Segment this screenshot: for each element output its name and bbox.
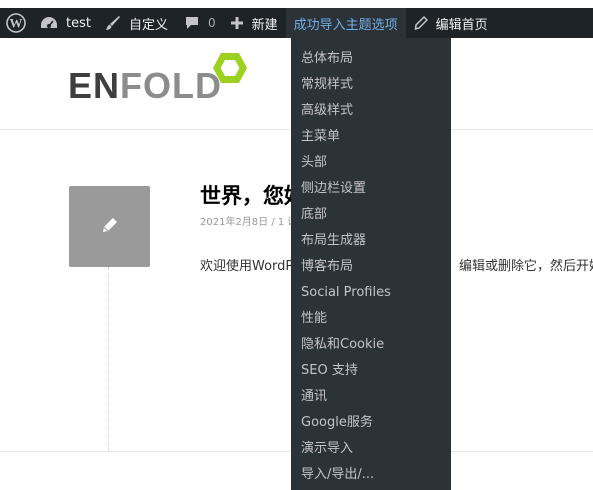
customize-link[interactable]: 自定义: [97, 8, 176, 38]
theme-options-label: 成功导入主题选项: [293, 17, 398, 33]
post-excerpt-right: 编辑或删除它，然后开始写: [459, 259, 593, 274]
comments-count: 0: [207, 16, 216, 30]
menu-item-general-layout[interactable]: 总体布局: [291, 46, 451, 72]
admin-bar: W test 自定义 0 新建 成功导入主题选项 编辑首页: [0, 8, 593, 38]
menu-item-general-styling[interactable]: 常规样式: [291, 72, 451, 98]
new-label: 新建: [251, 17, 278, 33]
menu-item-header[interactable]: 头部: [291, 150, 451, 176]
menu-item-newsletter[interactable]: 通讯: [291, 384, 451, 410]
post-format-badge[interactable]: [69, 186, 150, 267]
logo-dark-part: EN: [68, 65, 121, 106]
menu-item-main-menu[interactable]: 主菜单: [291, 124, 451, 150]
post-meta: 2021年2月8日 / 1 评: [200, 217, 298, 228]
menu-item-performance[interactable]: 性能: [291, 306, 451, 332]
theme-options-dropdown: 总体布局 常规样式 高级样式 主菜单 头部 侧边栏设置 底部 布局生成器 博客布…: [291, 38, 451, 490]
new-content-menu[interactable]: 新建: [224, 8, 286, 38]
menu-item-import-export[interactable]: 导入/导出/...: [291, 462, 451, 488]
site-name-menu[interactable]: test: [32, 8, 97, 38]
menu-item-demo-import[interactable]: 演示导入: [291, 436, 451, 462]
edit-home-link[interactable]: 编辑首页: [406, 8, 496, 38]
wordpress-logo-button[interactable]: W: [0, 8, 32, 38]
timeline-divider: [108, 267, 109, 451]
menu-item-advanced-styling[interactable]: 高级样式: [291, 98, 451, 124]
comments-link[interactable]: 0: [176, 8, 224, 38]
site-name-label: test: [66, 15, 91, 31]
menu-item-footer[interactable]: 底部: [291, 202, 451, 228]
customize-label: 自定义: [128, 17, 168, 33]
menu-item-sidebar-settings[interactable]: 侧边栏设置: [291, 176, 451, 202]
comment-bubble-icon: [184, 15, 200, 31]
menu-item-privacy-cookies[interactable]: 隐私和Cookie: [291, 332, 451, 358]
menu-item-seo-support[interactable]: SEO 支持: [291, 358, 451, 384]
post-title[interactable]: 世界，您好: [200, 180, 305, 210]
menu-item-layout-builder[interactable]: 布局生成器: [291, 228, 451, 254]
menu-item-google-services[interactable]: Google服务: [291, 410, 451, 436]
logo-hexagon-icon: [213, 53, 247, 83]
plus-icon: [230, 16, 244, 30]
menu-item-blog-layout[interactable]: 博客布局: [291, 254, 451, 280]
post-excerpt-left: 欢迎使用WordP: [200, 259, 294, 274]
logo-light-part: FOLD: [120, 65, 222, 106]
wordpress-icon: W: [6, 13, 26, 33]
pencil-icon: [414, 16, 428, 30]
logo-wordmark: ENFOLD: [68, 68, 222, 104]
dashboard-gauge-icon: [40, 15, 58, 31]
theme-options-menu[interactable]: 成功导入主题选项: [285, 8, 406, 38]
edit-home-label: 编辑首页: [435, 17, 488, 33]
svg-text:W: W: [10, 16, 23, 31]
site-logo[interactable]: ENFOLD: [68, 52, 258, 110]
pencil-icon: [101, 216, 119, 238]
menu-item-social-profiles[interactable]: Social Profiles: [291, 280, 451, 306]
paintbrush-icon: [105, 15, 121, 31]
